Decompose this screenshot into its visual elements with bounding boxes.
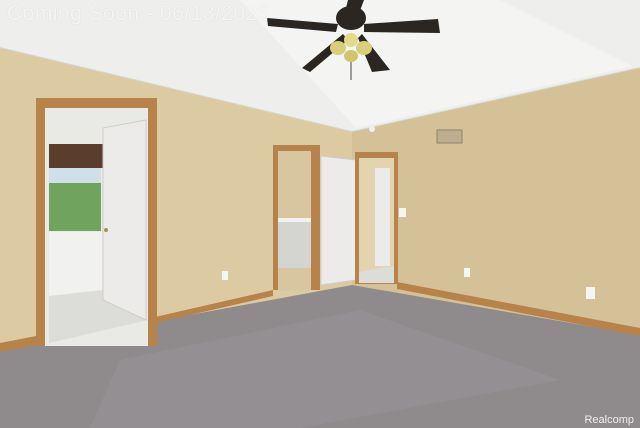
hall-far-door	[375, 168, 390, 266]
watermark-coming-soon: Coming Soon - 06/13/2025	[7, 2, 271, 25]
closet-door	[320, 155, 357, 286]
closet-lower	[278, 222, 311, 268]
smoke-detector	[369, 126, 375, 132]
room-photo: Coming Soon - 06/13/2025 Realcomp	[0, 0, 640, 428]
closet-shelf	[278, 218, 311, 222]
fan-light-right	[356, 41, 372, 55]
bathtub	[49, 232, 103, 296]
outlet-mid	[464, 268, 470, 277]
fan-light-bottom	[344, 50, 358, 62]
door-knob	[104, 228, 108, 232]
fan-light-left	[330, 41, 346, 55]
fan-light-center	[344, 33, 358, 47]
photo-credit: Realcomp	[584, 414, 634, 426]
bathroom-door-open	[102, 119, 147, 321]
outlet-left	[222, 271, 228, 280]
light-switch	[399, 208, 406, 217]
outlet-right	[586, 287, 595, 299]
room-illustration	[0, 0, 640, 428]
hvac-vent	[436, 129, 463, 144]
window-valance	[49, 144, 103, 168]
